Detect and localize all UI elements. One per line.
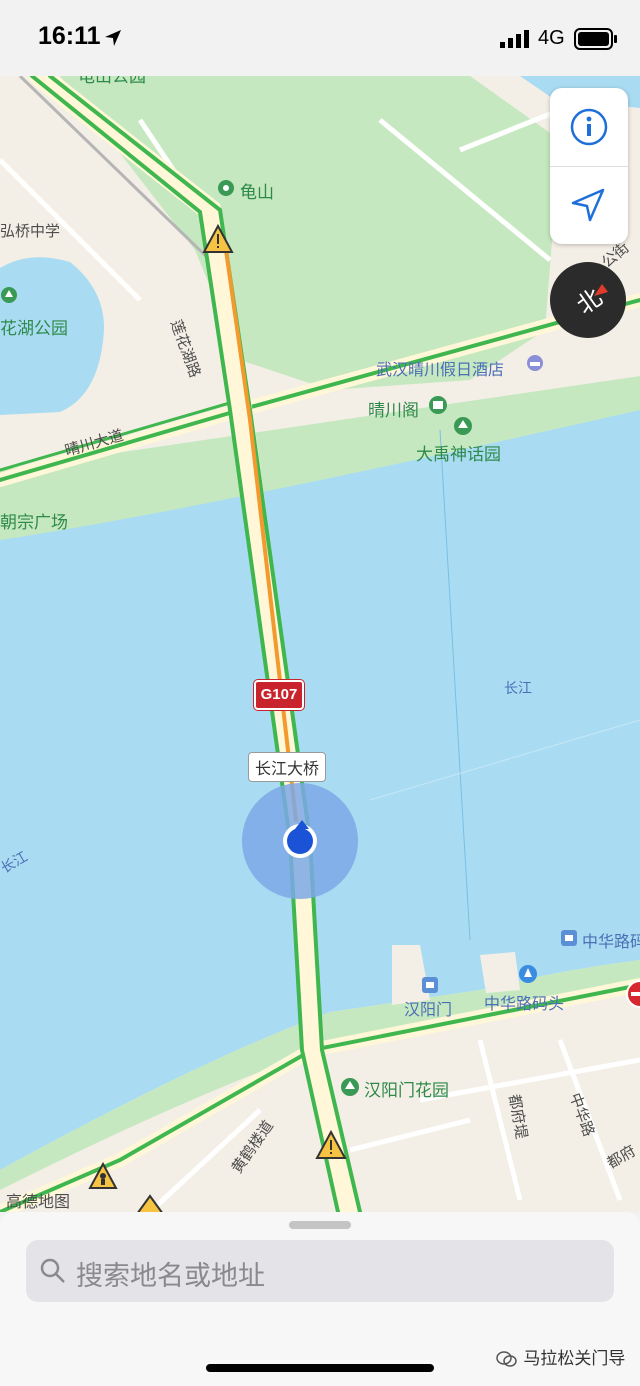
location-arrow-icon — [571, 188, 605, 222]
construction-icon[interactable] — [135, 1194, 165, 1212]
locate-button[interactable] — [550, 167, 628, 245]
search-bar[interactable]: 搜索地名或地址 — [26, 1240, 614, 1302]
bridge-label: 长江大桥 — [248, 752, 327, 782]
pier-icon — [422, 977, 438, 993]
search-icon — [40, 1258, 65, 1283]
map-label-dayu-garden: 大禹神话园 — [416, 445, 501, 465]
location-arrow-status-icon — [105, 30, 121, 46]
warning-icon[interactable] — [315, 1130, 347, 1160]
map-label-guishan: 龟山 — [240, 183, 274, 203]
map-label-zhonghua-pier: 中华路码头 — [484, 994, 565, 1013]
map-label-zhonghua-pier-top: 中华路码 — [582, 932, 640, 951]
warning-icon[interactable] — [202, 224, 234, 254]
map-label-chaozong-square: 朝宗广场 — [0, 513, 68, 533]
map-controls — [550, 88, 628, 244]
construction-icon[interactable] — [88, 1162, 118, 1190]
battery-icon — [574, 28, 617, 50]
home-indicator[interactable] — [206, 1364, 434, 1372]
map-label-hanyangmen: 汉阳门 — [404, 1000, 453, 1019]
status-bar: 16:11 4G — [0, 0, 640, 76]
map-label-yangtze: 长江 — [504, 681, 532, 697]
network-type: 4G — [538, 27, 565, 49]
watermark: 马拉松关门导 — [496, 1344, 625, 1369]
hotel-icon — [527, 355, 543, 371]
info-button[interactable] — [550, 88, 628, 166]
map-label-hotel: 武汉晴川假日酒店 — [376, 360, 505, 379]
wechat-icon — [496, 1351, 517, 1367]
map-view[interactable]: 龟山公园 龟山 弘桥中学 花湖公园 莲花湖路 武汉晴川假日酒店 晴川阁 晴川大道… — [0, 76, 640, 1212]
watermark-text: 马拉松关门导 — [523, 1349, 626, 1369]
sheet-grabber[interactable] — [289, 1221, 351, 1229]
park-icon — [1, 287, 17, 303]
pier-icon — [561, 930, 577, 946]
compass-button[interactable]: 北 — [550, 262, 626, 338]
info-icon — [570, 108, 608, 146]
search-placeholder: 搜索地名或地址 — [76, 1261, 265, 1292]
park-icon — [341, 1078, 359, 1096]
map-label-school: 弘桥中学 — [0, 222, 61, 240]
map-label-qingchuan-pavilion: 晴川阁 — [368, 401, 419, 421]
ferry-icon — [519, 965, 537, 983]
map-label-lianhuahu-park: 花湖公园 — [0, 319, 68, 339]
status-time: 16:11 — [38, 22, 101, 50]
map-label-amap: 高德地图 — [6, 1192, 71, 1211]
map-label-guishan-park: 龟山公园 — [78, 76, 146, 87]
map-label-hanyangmen-garden: 汉阳门花园 — [364, 1081, 449, 1101]
landmark-icon — [429, 396, 447, 414]
park-icon — [454, 417, 472, 435]
signal-icon — [500, 30, 529, 48]
park-icon — [218, 180, 234, 196]
no-entry-icon[interactable] — [626, 980, 640, 1008]
road-shield-g107: G107 — [254, 680, 304, 710]
